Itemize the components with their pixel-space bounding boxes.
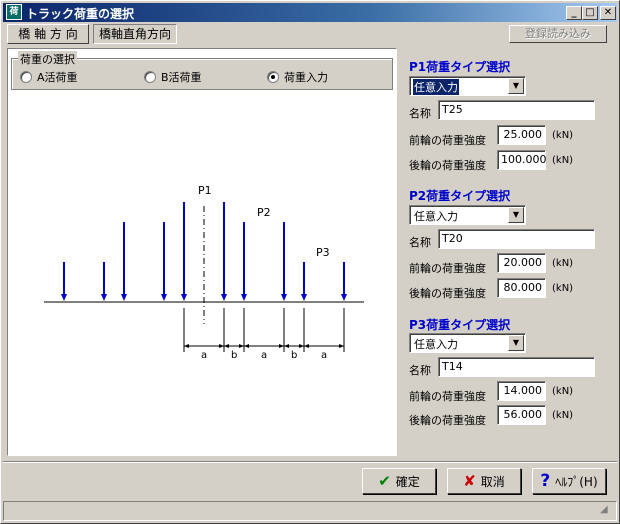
radio-custom-load[interactable]: 荷重入力 xyxy=(267,69,328,85)
load-arrow-7 xyxy=(241,222,247,301)
radio-b-load[interactable]: B活荷重 xyxy=(144,69,202,85)
diagram-label-p2: P2 xyxy=(257,206,271,219)
load-diagram: P1 P2 P3 a b a b a xyxy=(44,184,364,361)
cancel-button[interactable]: ✘ 取消 xyxy=(447,468,521,494)
p1-name-label: 名称 xyxy=(409,107,431,120)
p3-front-label: 前輪の荷重強度 xyxy=(409,390,486,403)
p3-front-input[interactable]: 14.000 xyxy=(497,381,546,401)
p2-name-input[interactable]: T20 xyxy=(438,229,595,249)
load-type-panel: P1荷重タイプ選択 任意入力 ▼ 名称 T25 前輪の荷重強度 25.000 (… xyxy=(401,48,613,456)
radio-a-load[interactable]: A活荷重 xyxy=(20,69,78,85)
dim-label-2: b xyxy=(231,350,237,361)
tab-bridge-perpendicular[interactable]: 橋軸直角方向 xyxy=(93,24,177,44)
tab-bridge-axis[interactable]: 橋 軸 方 向 xyxy=(7,24,89,44)
p3-section-title: P3荷重タイプ選択 xyxy=(409,318,511,332)
p3-type-select[interactable]: 任意入力 ▼ xyxy=(409,333,526,353)
p3-rear-unit: (kN) xyxy=(552,410,574,421)
diagram-panel: 荷重の選択 A活荷重 B活荷重 荷重入力 P1 P2 P3 a b a b a xyxy=(7,48,397,456)
p2-name-label: 名称 xyxy=(409,236,431,249)
radio-b-load-label: B活荷重 xyxy=(161,71,202,84)
close-x-icon: ✘ xyxy=(463,472,476,490)
radio-a-load-label: A活荷重 xyxy=(37,71,78,84)
load-selection-group: 荷重の選択 A活荷重 B活荷重 荷重入力 xyxy=(11,51,393,90)
load-arrow-10 xyxy=(341,262,347,301)
chevron-down-icon[interactable]: ▼ xyxy=(508,78,524,94)
radio-b-load-circle[interactable] xyxy=(144,71,156,83)
load-arrow-1 xyxy=(61,262,67,301)
load-arrow-2 xyxy=(101,262,107,301)
p2-section-title: P2荷重タイプ選択 xyxy=(409,189,511,203)
p2-front-label: 前輪の荷重強度 xyxy=(409,262,486,275)
p1-front-unit: (kN) xyxy=(552,130,574,141)
p3-rear-label: 後輪の荷重強度 xyxy=(409,414,486,427)
ok-button[interactable]: ✔ 確定 xyxy=(362,468,436,494)
p2-type-select[interactable]: 任意入力 ▼ xyxy=(409,205,526,225)
bottom-separator xyxy=(3,461,617,463)
p1-rear-unit: (kN) xyxy=(552,155,574,166)
p1-rear-input[interactable]: 100.000 xyxy=(497,150,547,170)
load-registered-label: 登録読み込み xyxy=(525,27,591,40)
maximize-button[interactable]: □ xyxy=(582,6,598,20)
radio-a-load-circle[interactable] xyxy=(20,71,32,83)
load-arrow-6 xyxy=(221,202,227,301)
load-arrow-4 xyxy=(161,222,167,301)
p3-name-input[interactable]: T14 xyxy=(438,357,595,377)
radio-custom-load-label: 荷重入力 xyxy=(284,71,328,84)
p1-front-input[interactable]: 25.000 xyxy=(497,125,546,145)
p2-rear-label: 後輪の荷重強度 xyxy=(409,287,486,300)
p2-front-unit: (kN) xyxy=(552,258,574,269)
load-arrow-9 xyxy=(301,262,307,301)
p3-type-value: 任意入力 xyxy=(414,338,458,351)
p2-rear-unit: (kN) xyxy=(552,283,574,294)
load-selection-group-label: 荷重の選択 xyxy=(18,51,77,67)
p2-rear-input[interactable]: 80.000 xyxy=(497,278,546,298)
chevron-down-icon[interactable]: ▼ xyxy=(508,335,524,351)
title-bar[interactable]: 荷 トラック荷重の選択 _ □ ✕ xyxy=(3,3,617,22)
dim-label-1: a xyxy=(201,350,207,361)
load-registered-button[interactable]: 登録読み込み xyxy=(509,25,607,43)
diagram-label-p3: P3 xyxy=(316,246,330,259)
diagram-label-p1: P1 xyxy=(198,184,212,197)
dim-label-5: a xyxy=(321,350,327,361)
resize-grip-icon[interactable]: ◢ xyxy=(600,504,612,516)
p3-rear-input[interactable]: 56.000 xyxy=(497,405,546,425)
p1-name-input[interactable]: T25 xyxy=(438,100,595,120)
close-button[interactable]: ✕ xyxy=(600,6,616,20)
status-bar: ◢ xyxy=(3,501,617,521)
dim-label-4: b xyxy=(291,350,297,361)
minimize-button[interactable]: _ xyxy=(566,6,582,20)
p2-type-value: 任意入力 xyxy=(414,210,458,223)
load-arrow-8 xyxy=(281,222,287,301)
help-question-icon: ? xyxy=(540,471,551,491)
load-arrow-5 xyxy=(181,202,187,301)
p2-front-input[interactable]: 20.000 xyxy=(497,253,546,273)
cancel-button-label: 取消 xyxy=(480,474,505,489)
dialog-window: 荷 トラック荷重の選択 _ □ ✕ 橋 軸 方 向 橋軸直角方向 登録読み込み … xyxy=(0,0,620,524)
window-title: トラック荷重の選択 xyxy=(26,7,135,21)
p1-type-value: 任意入力 xyxy=(413,79,459,95)
p3-front-unit: (kN) xyxy=(552,386,574,397)
radio-custom-load-circle[interactable] xyxy=(267,71,279,83)
dim-label-3: a xyxy=(261,350,267,361)
p1-rear-label: 後輪の荷重強度 xyxy=(409,159,486,172)
p1-type-select[interactable]: 任意入力 ▼ xyxy=(409,76,526,96)
p1-front-label: 前輪の荷重強度 xyxy=(409,134,486,147)
p3-name-label: 名称 xyxy=(409,364,431,377)
app-icon: 荷 xyxy=(6,4,22,20)
ok-button-label: 確定 xyxy=(395,474,420,489)
p1-section-title: P1荷重タイプ選択 xyxy=(409,60,511,74)
help-button-label: ﾍﾙﾌﾟ(H) xyxy=(555,474,598,489)
load-arrow-3 xyxy=(121,222,127,301)
help-button[interactable]: ? ﾍﾙﾌﾟ(H) xyxy=(532,468,606,494)
check-icon: ✔ xyxy=(378,472,391,490)
chevron-down-icon[interactable]: ▼ xyxy=(508,207,524,223)
